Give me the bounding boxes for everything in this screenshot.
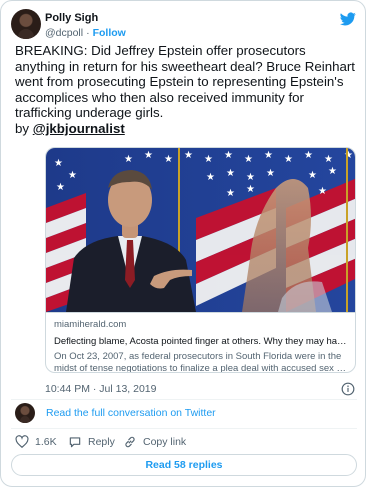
read-replies-button[interactable]: Read 58 replies: [11, 454, 357, 476]
svg-text:★: ★: [308, 170, 317, 181]
author-meta: @dcpoll · Follow: [45, 27, 126, 39]
like-count: 1.6K: [35, 436, 57, 448]
divider: [11, 428, 357, 429]
svg-text:★: ★: [56, 182, 65, 193]
link-description: On Oct 23, 2007, as federal prosecutors …: [54, 351, 347, 373]
author-avatar[interactable]: [11, 9, 41, 39]
svg-text:★: ★: [54, 158, 63, 169]
svg-text:★: ★: [246, 184, 255, 195]
link-preview-card[interactable]: ★ ★ ★ ★ ★ ★ ★ ★ ★ ★ ★ ★ ★ ★ ★ ★ ★ ★ ★ ★ ★ ★ ★ ★: [45, 147, 356, 373]
author-name[interactable]: Polly Sigh: [45, 12, 98, 24]
twitter-bird-icon[interactable]: [339, 11, 357, 27]
speech-bubble-icon: [69, 437, 81, 448]
follow-link[interactable]: Follow: [93, 27, 126, 39]
svg-text:★: ★: [264, 150, 273, 161]
svg-text:★: ★: [344, 150, 353, 161]
tweet-by-prefix: by: [15, 120, 33, 136]
link-preview-image: ★ ★ ★ ★ ★ ★ ★ ★ ★ ★ ★ ★ ★ ★ ★ ★ ★ ★ ★ ★ ★ ★★★: [46, 148, 355, 312]
meta-separator: ·: [86, 27, 90, 39]
svg-text:★: ★: [226, 168, 235, 179]
tweet-body: BREAKING: Did Jeffrey Epstein offer pros…: [15, 43, 355, 121]
svg-text:★: ★: [206, 172, 215, 183]
reply-button[interactable]: Reply: [68, 434, 115, 450]
svg-text:★: ★: [124, 154, 133, 165]
reply-label: Reply: [88, 436, 115, 448]
read-conversation-link[interactable]: Read the full conversation on Twitter: [46, 407, 216, 419]
svg-text:★: ★: [304, 150, 313, 161]
tweet-text: BREAKING: Did Jeffrey Epstein offer pros…: [15, 43, 357, 137]
like-button[interactable]: 1.6K: [15, 434, 57, 450]
svg-text:★: ★: [318, 186, 327, 197]
svg-text:★: ★: [204, 154, 213, 165]
link-chain-icon: [125, 436, 135, 448]
link-preview-info: miamiherald.com Deflecting blame, Acosta…: [46, 312, 355, 373]
heart-icon: [15, 435, 29, 449]
svg-text:★: ★: [224, 150, 233, 161]
tweet-timestamp[interactable]: 10:44 PM · Jul 13, 2019: [45, 383, 157, 395]
copy-link-label: Copy link: [143, 436, 187, 448]
author-handle[interactable]: @dcpoll: [45, 27, 83, 39]
svg-text:★: ★: [164, 154, 173, 165]
svg-text:★: ★: [246, 172, 255, 183]
svg-text:★: ★: [284, 154, 293, 165]
svg-text:★: ★: [324, 154, 333, 165]
embedded-tweet-card: Polly Sigh @dcpoll · Follow BREAKING: Did …: [0, 0, 366, 487]
conversation-avatar[interactable]: [15, 403, 35, 423]
info-icon[interactable]: [341, 382, 355, 396]
svg-text:★: ★: [144, 150, 153, 161]
svg-text:★: ★: [68, 170, 77, 181]
svg-text:★: ★: [244, 154, 253, 165]
svg-text:★: ★: [226, 188, 235, 199]
svg-text:★: ★: [328, 166, 337, 177]
svg-text:★: ★: [266, 168, 275, 179]
link-title: Deflecting blame, Acosta pointed finger …: [54, 336, 349, 347]
svg-text:★: ★: [184, 150, 193, 161]
link-domain: miamiherald.com: [54, 319, 127, 330]
divider: [11, 399, 357, 400]
tweet-header: Polly Sigh @dcpoll · Follow: [11, 9, 357, 45]
copy-link-button[interactable]: Copy link: [123, 434, 186, 450]
mention-link[interactable]: @jkbjournalist: [33, 121, 125, 136]
